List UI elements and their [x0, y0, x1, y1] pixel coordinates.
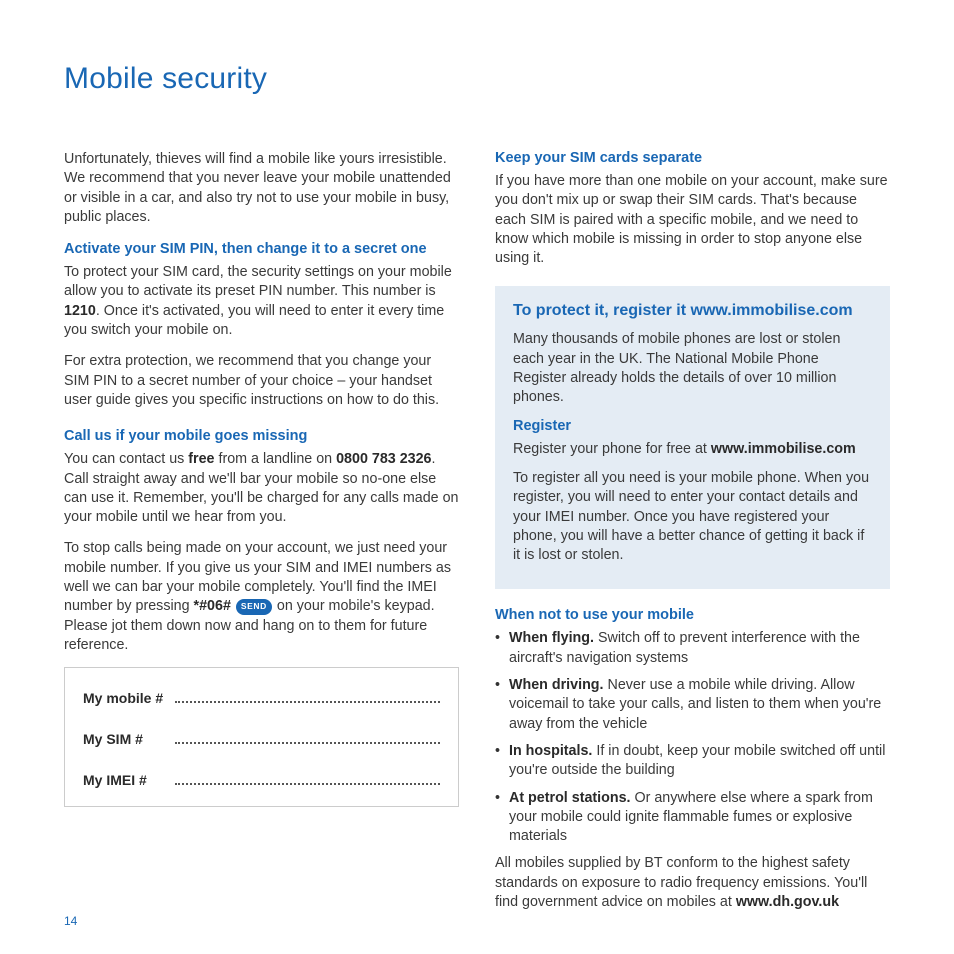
text: . Once it's activated, you will need to …	[64, 303, 444, 338]
list-item: When flying. Switch off to prevent inter…	[495, 629, 890, 668]
bullet-lead: When flying.	[509, 630, 594, 646]
page-title: Mobile security	[64, 62, 890, 96]
keep-sim-paragraph: If you have more than one mobile on your…	[495, 172, 890, 268]
text: from a landline on	[215, 451, 337, 467]
heading-call-us: Call us if your mobile goes missing	[64, 428, 459, 444]
right-column: Keep your SIM cards separate If you have…	[495, 150, 890, 924]
heading-keep-sim-separate: Keep your SIM cards separate	[495, 150, 890, 166]
register-url: www.immobilise.com	[711, 441, 856, 457]
list-item: In hospitals. If in doubt, keep your mob…	[495, 742, 890, 781]
intro-paragraph: Unfortunately, thieves will find a mobil…	[64, 150, 459, 227]
sim-pin-paragraph-1: To protect your SIM card, the security s…	[64, 263, 459, 340]
when-not-list: When flying. Switch off to prevent inter…	[495, 629, 890, 846]
page-number: 14	[64, 914, 77, 928]
list-item: At petrol stations. Or anywhere else whe…	[495, 789, 890, 847]
left-column: Unfortunately, thieves will find a mobil…	[64, 150, 459, 924]
note-row-imei: My IMEI #	[83, 771, 440, 788]
register-paragraph: To register all you need is your mobile …	[513, 469, 872, 565]
notes-box: My mobile # My SIM # My IMEI #	[64, 667, 459, 807]
note-row-mobile: My mobile #	[83, 688, 440, 705]
text: To protect your SIM card, the security s…	[64, 264, 452, 299]
note-row-sim: My SIM #	[83, 730, 440, 747]
gov-url: www.dh.gov.uk	[736, 894, 839, 910]
bullet-lead: When driving.	[509, 677, 604, 693]
text: You can contact us	[64, 451, 188, 467]
sim-pin-paragraph-2: For extra protection, we recommend that …	[64, 352, 459, 410]
text: Register your phone for free at	[513, 441, 711, 457]
list-item: When driving. Never use a mobile while d…	[495, 676, 890, 734]
callout-title: To protect it, register it www.immobilis…	[513, 302, 872, 320]
ussd-code: *#06#	[194, 598, 231, 614]
label-my-mobile: My mobile #	[83, 690, 165, 706]
heading-activate-sim-pin: Activate your SIM PIN, then change it to…	[64, 241, 459, 257]
free-word: free	[188, 451, 214, 467]
send-badge: SEND	[236, 599, 272, 615]
fill-line[interactable]	[175, 730, 440, 744]
label-my-imei: My IMEI #	[83, 772, 165, 788]
heading-when-not-to-use: When not to use your mobile	[495, 607, 890, 623]
label-my-sim: My SIM #	[83, 731, 165, 747]
bullet-lead: In hospitals.	[509, 743, 592, 759]
fill-line[interactable]	[175, 771, 440, 785]
pin-number: 1210	[64, 303, 96, 319]
fill-line[interactable]	[175, 688, 440, 702]
heading-register: Register	[513, 418, 872, 434]
phone-number: 0800 783 2326	[336, 451, 431, 467]
register-callout: To protect it, register it www.immobilis…	[495, 286, 890, 589]
callout-intro: Many thousands of mobile phones are lost…	[513, 330, 872, 407]
register-line: Register your phone for free at www.immo…	[513, 440, 872, 459]
call-us-paragraph-1: You can contact us free from a landline …	[64, 450, 459, 527]
two-column-layout: Unfortunately, thieves will find a mobil…	[64, 150, 890, 924]
bullet-lead: At petrol stations.	[509, 790, 631, 806]
call-us-paragraph-2: To stop calls being made on your account…	[64, 539, 459, 655]
closing-paragraph: All mobiles supplied by BT conform to th…	[495, 854, 890, 912]
